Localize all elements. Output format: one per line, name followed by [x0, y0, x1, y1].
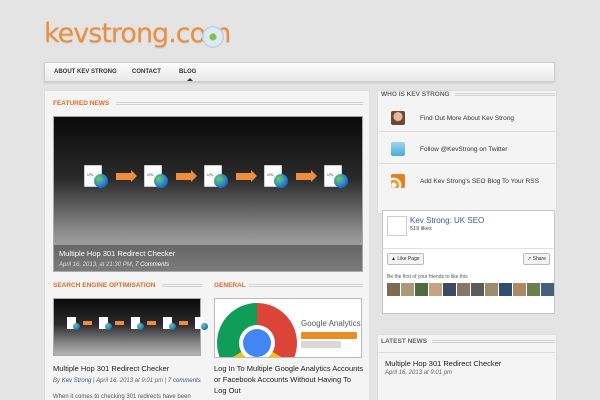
url-document-icon: URL: [144, 165, 168, 188]
avatar[interactable]: [443, 283, 456, 296]
arrow-right-icon: [147, 321, 156, 325]
like-page-button[interactable]: ▲ Like Page: [387, 253, 424, 265]
general-section-heading: GENERAL: [214, 282, 246, 289]
logo-flower-icon: [202, 26, 224, 48]
avatar[interactable]: [387, 283, 400, 296]
url-document-icon: [131, 317, 144, 330]
about-link-row[interactable]: Find Out More About Kev Strong: [391, 111, 547, 133]
chrome-logo-icon: [217, 303, 297, 357]
url-document-icon: URL: [264, 165, 288, 188]
slide-meta: April 16, 2013, at 21:30 PM, 7 Comments: [59, 262, 170, 268]
arrow-right-icon: [115, 321, 124, 325]
profile-photo-icon: [391, 111, 405, 125]
facebook-like-count: 519 likes: [410, 226, 432, 232]
analytics-bar-graphic: [301, 332, 357, 339]
main-navigation: ABOUT KEV STRONG CONTACT BLOG: [44, 62, 555, 82]
heading-divider: [455, 93, 555, 96]
avatar[interactable]: [457, 283, 470, 296]
arrow-right-icon: [176, 169, 197, 182]
seo-post-thumbnail[interactable]: [53, 298, 208, 356]
avatar[interactable]: [541, 283, 554, 296]
rss-feed-icon: [391, 174, 405, 188]
slide-caption: Multiple Hop 301 Redirect Checker April …: [54, 245, 362, 271]
avatar[interactable]: [485, 283, 498, 296]
heading-divider: [162, 284, 202, 287]
analytics-bar-graphic: [301, 341, 341, 348]
arrow-right-icon: [296, 169, 317, 182]
redirect-flow-graphic: URL URL URL URL URL: [84, 165, 348, 188]
url-document-icon: [195, 317, 208, 330]
heading-divider: [432, 340, 555, 343]
facebook-page-name[interactable]: Kev Strong: UK SEO: [410, 216, 484, 225]
avatar[interactable]: [513, 283, 526, 296]
url-document-icon: URL: [324, 165, 348, 188]
google-analytics-logo: Google Analytics: [301, 319, 361, 328]
active-nav-indicator-icon: [187, 78, 193, 81]
slide-title[interactable]: Multiple Hop 301 Redirect Checker: [59, 249, 357, 258]
nav-about-kev-strong[interactable]: ABOUT KEV STRONG: [54, 69, 117, 75]
who-is-kev-strong-heading: WHO IS KEV STRONG: [381, 91, 450, 98]
about-link[interactable]: Find Out More About Kev Strong: [420, 115, 514, 122]
url-document-icon: [99, 317, 112, 330]
friend-faces: [387, 283, 555, 296]
general-post-thumbnail[interactable]: Google Analytics: [214, 298, 362, 358]
redirect-flow-graphic: [67, 317, 208, 330]
featured-slider[interactable]: URL URL URL URL URL Multiple Hop 301 Red…: [53, 116, 363, 272]
seo-post-excerpt: When it comes to checking 301 redirects …: [53, 394, 191, 400]
comments-link[interactable]: 7 comments: [168, 378, 201, 384]
general-post-title[interactable]: Log In To Multiple Google Analytics Acco…: [214, 363, 364, 396]
nav-blog[interactable]: BLOG: [179, 69, 196, 75]
url-document-icon: [67, 317, 80, 330]
latest-post-date: April 16, 2013 at 9:01 pm: [385, 370, 453, 376]
share-button[interactable]: ↗ Share: [523, 253, 550, 265]
url-document-icon: URL: [204, 165, 228, 188]
latest-post-title[interactable]: Multiple Hop 301 Redirect Checker: [385, 358, 501, 369]
divider: [378, 163, 555, 164]
slide-comments-link[interactable]: 7 Comments: [135, 262, 169, 268]
url-document-icon: [163, 317, 176, 330]
divider: [378, 131, 555, 132]
avatar[interactable]: [415, 283, 428, 296]
divider: [378, 352, 555, 353]
rss-link-row[interactable]: Add Kev Strong's SEO Blog To Your RSS: [391, 174, 547, 196]
featured-news-heading: FEATURED NEWS: [53, 100, 110, 107]
avatar[interactable]: [401, 283, 414, 296]
avatar[interactable]: [429, 283, 442, 296]
arrow-right-icon: [179, 321, 188, 325]
arrow-right-icon: [83, 321, 92, 325]
nav-contact[interactable]: CONTACT: [132, 69, 161, 75]
arrow-right-icon: [236, 169, 257, 182]
url-document-icon: URL: [84, 165, 108, 188]
friends-like-text: Be the first of your friends to like thi…: [387, 274, 468, 280]
seo-post-title[interactable]: Multiple Hop 301 Redirect Checker: [53, 363, 169, 374]
twitter-link[interactable]: Follow @KevStrong on Twitter: [420, 146, 507, 153]
arrow-right-icon: [116, 169, 137, 182]
twitter-bird-icon: [391, 142, 405, 156]
page-profile-thumbnail[interactable]: [387, 216, 407, 236]
seo-section-heading: SEARCH ENGINE OPTIMISATION: [53, 282, 156, 289]
latest-news-heading: LATEST NEWS: [381, 338, 428, 345]
author-link[interactable]: Kev Strong: [62, 378, 92, 384]
avatar[interactable]: [527, 283, 540, 296]
rss-link[interactable]: Add Kev Strong's SEO Blog To Your RSS: [420, 178, 539, 185]
heading-divider: [116, 102, 363, 105]
divider: [383, 248, 554, 249]
avatar[interactable]: [471, 283, 484, 296]
avatar[interactable]: [499, 283, 512, 296]
twitter-link-row[interactable]: Follow @KevStrong on Twitter: [391, 142, 547, 164]
facebook-page-widget: Kev Strong: UK SEO 519 likes ▲ Like Page…: [382, 210, 555, 314]
seo-post-meta: By Kev Strong | April 16, 2013 at 9:01 p…: [53, 378, 201, 384]
heading-divider: [249, 284, 363, 287]
